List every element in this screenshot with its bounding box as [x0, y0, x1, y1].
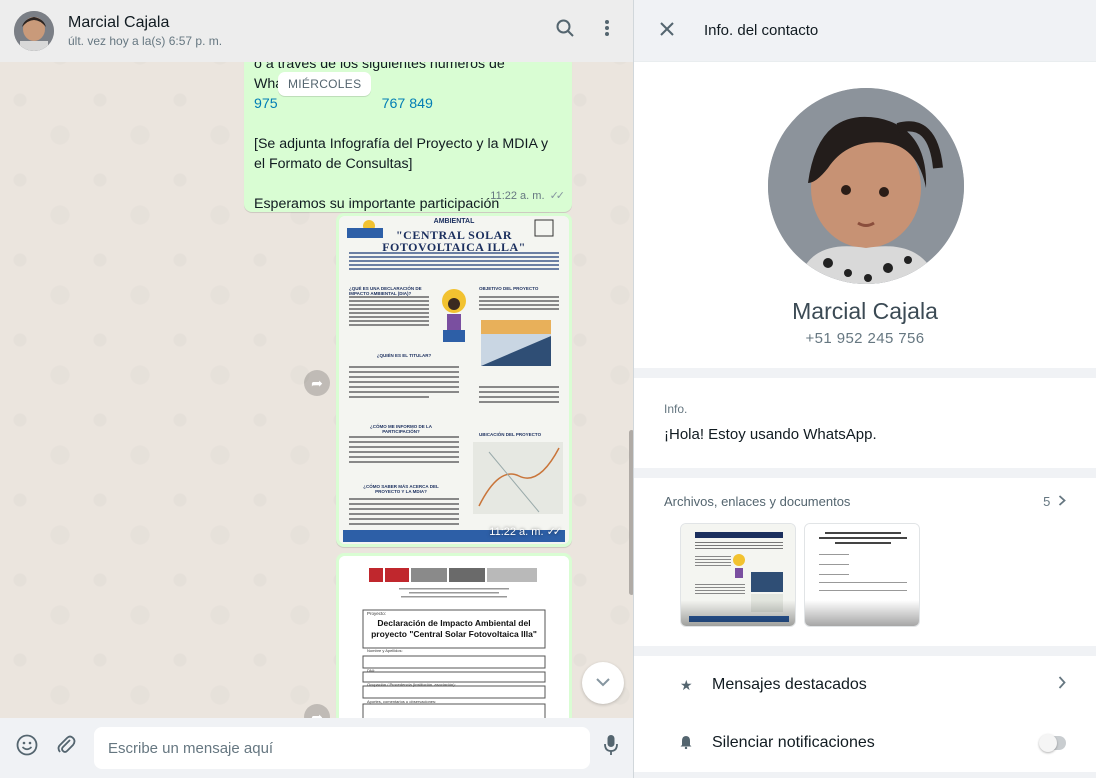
media-count-value: 5 [1043, 494, 1051, 509]
form-title: Declaración de Impacto Ambiental del pro… [371, 618, 537, 639]
media-section[interactable]: Archivos, enlaces y documentos 5 [634, 478, 1096, 646]
read-ticks-icon: ✓✓ [549, 190, 566, 202]
profile-name: Marcial Cajala [792, 298, 938, 324]
time-label: 11:22 a. m. [490, 190, 545, 202]
message-input[interactable] [94, 727, 590, 769]
chevron-down-icon [596, 674, 610, 692]
about-label: Info. [664, 402, 688, 416]
message-bubble[interactable]: o a través de los siguientes números de … [244, 40, 572, 212]
message-text: [Se adjunta Infografía del Proyecto y la… [254, 136, 549, 172]
scroll-to-bottom-button[interactable] [582, 662, 624, 704]
starred-label: Mensajes destacados [712, 676, 867, 693]
infographic-title-1: AMBIENTAL [433, 218, 475, 225]
read-ticks-icon: ✓✓ [546, 526, 563, 538]
search-icon[interactable] [556, 19, 574, 43]
menu-icon[interactable] [604, 19, 610, 43]
media-thumbnail[interactable] [804, 523, 920, 627]
chat-header[interactable]: Marcial Cajala últ. vez hoy a la(s) 6:57… [0, 0, 633, 62]
infographic-title-3: FOTOVOLTAICA ILLA" [382, 240, 526, 254]
infographic-section: ¿CÓMO SABER MÁS ACERCA DEL PROYECTO Y LA… [363, 484, 439, 494]
phone-link[interactable]: 767 849 [382, 96, 433, 112]
message-time: 11:22 a. m. ✓✓ [489, 525, 563, 538]
phone-link[interactable]: 975 [254, 96, 278, 112]
media-label[interactable]: Archivos, enlaces y documentos [664, 494, 850, 509]
emoji-icon[interactable] [16, 734, 38, 762]
star-icon: ★ [680, 676, 693, 693]
form-field: DNI: [367, 668, 375, 673]
info-header: Info. del contacto [634, 0, 1096, 62]
infographic-section: ¿QUÉ ES UNA DECLARACIÓN DE IMPACTO AMBIE… [349, 286, 422, 296]
info-title: Info. del contacto [704, 22, 819, 39]
day-separator: MIÉRCOLES [278, 72, 372, 96]
about-text: ¡Hola! Estoy usando WhatsApp. [664, 426, 877, 443]
mute-toggle[interactable] [1039, 734, 1066, 752]
about-section: Info. ¡Hola! Estoy usando WhatsApp. [634, 378, 1096, 468]
time-label: 11:22 a. m. [489, 526, 544, 538]
form-field: Nombre y Apellidos: [367, 648, 403, 653]
mute-notifications-item[interactable]: Silenciar notificaciones [634, 714, 1096, 772]
infographic-section: OBJETIVO DEL PROYECTO [479, 286, 539, 291]
infographic-section: ¿CÓMO ME INFORMO DE LA PARTICIPACIÓN? [370, 424, 432, 434]
form-field: Ocupación / Procedencia (Institución, as… [367, 682, 456, 687]
close-icon[interactable] [660, 19, 674, 42]
mic-icon[interactable] [604, 734, 618, 762]
infographic-section: ¿QUIÉN ES EL TITULAR? [376, 353, 432, 358]
profile-photo[interactable] [768, 88, 964, 284]
last-seen-status: últ. vez hoy a la(s) 6:57 p. m. [68, 34, 223, 48]
contact-info-panel: Info. del contacto Marcial Cajala +51 95… [634, 0, 1096, 778]
forward-icon[interactable]: ➦ [304, 370, 330, 396]
media-count[interactable]: 5 [1043, 494, 1066, 509]
infographic-section: UBICACIÓN DEL PROYECTO [479, 432, 542, 437]
avatar[interactable] [14, 11, 54, 51]
form-field: Aportes, comentarios u observaciones: [367, 699, 437, 704]
thumbnail-shade [805, 600, 919, 626]
contact-name[interactable]: Marcial Cajala [68, 14, 556, 32]
compose-bar [0, 718, 633, 778]
profile-phone: +51 952 245 756 [805, 330, 925, 347]
media-thumbnail[interactable] [680, 523, 796, 627]
form-label: Proyecto: [367, 611, 387, 616]
chevron-right-icon [1054, 494, 1066, 509]
chat-pane: Marcial Cajala últ. vez hoy a la(s) 6:57… [0, 0, 634, 778]
mute-label: Silenciar notificaciones [712, 734, 875, 751]
infographic-image[interactable]: AMBIENTAL "CENTRAL SOLAR FOTOVOLTAICA IL… [339, 216, 569, 544]
chevron-right-icon [1058, 676, 1066, 694]
starred-messages-item[interactable]: ★ Mensajes destacados [634, 656, 1096, 714]
document-message[interactable]: Proyecto: Declaración de Impacto Ambient… [336, 553, 572, 733]
profile-section: Marcial Cajala +51 952 245 756 [634, 62, 1096, 368]
thumbnail-shade [681, 600, 795, 626]
image-message[interactable]: AMBIENTAL "CENTRAL SOLAR FOTOVOLTAICA IL… [336, 213, 572, 547]
document-preview[interactable]: Proyecto: Declaración de Impacto Ambient… [339, 556, 569, 730]
attach-icon[interactable] [56, 734, 76, 762]
bell-icon [680, 735, 700, 752]
message-time: 11:22 a. m. ✓✓ [490, 186, 566, 206]
settings-list: ★ Mensajes destacados Silenciar notifica… [634, 656, 1096, 772]
